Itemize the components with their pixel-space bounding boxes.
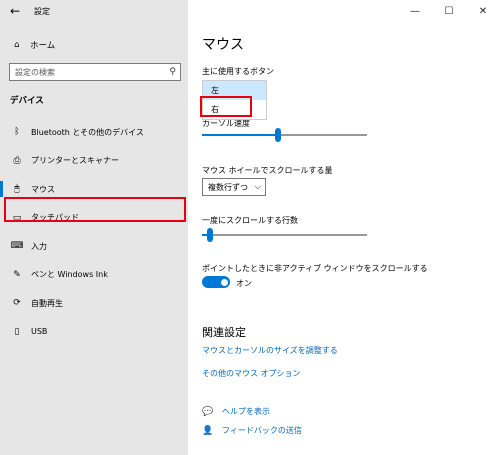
cursor-speed-slider[interactable] xyxy=(202,128,367,142)
section-heading: デバイス xyxy=(10,96,44,106)
cursor-speed-thumb[interactable] xyxy=(275,128,281,142)
scroll-lines-label: 一度にスクロールする行数 xyxy=(202,216,298,225)
wheel-scroll-select[interactable]: 複数行ずつ ⌵ xyxy=(202,178,266,196)
feedback-label: フィードバックの送信 xyxy=(222,426,302,435)
sidebar-item-printers[interactable]: ⎙ プリンターとスキャナー xyxy=(0,147,188,176)
sidebar: ⌂ ホーム 設定の検索 ⚲ デバイス ᛒ Bluetooth とその他のデバイス… xyxy=(0,22,188,455)
usb-icon: ▯ xyxy=(14,326,20,337)
more-mouse-options-link[interactable]: その他のマウス オプション xyxy=(202,368,301,379)
maximize-button[interactable]: ☐ xyxy=(432,0,466,22)
inactive-scroll-label: ポイントしたときに非アクティブ ウィンドウをスクロールする xyxy=(202,264,428,273)
sidebar-item-label: タッチパッド xyxy=(31,213,79,223)
sidebar-item-bluetooth[interactable]: ᛒ Bluetooth とその他のデバイス xyxy=(0,118,188,147)
sidebar-item-label: Bluetooth とその他のデバイス xyxy=(31,127,144,137)
wheel-scroll-label: マウス ホイールでスクロールする量 xyxy=(202,166,333,175)
search-icon[interactable]: ⚲ xyxy=(169,67,176,77)
back-arrow-icon[interactable]: ← xyxy=(0,0,30,22)
pen-icon: ✎ xyxy=(13,269,21,280)
sidebar-item-label: 入力 xyxy=(31,241,47,251)
sidebar-item-label: ペンと Windows Ink xyxy=(31,270,108,280)
get-help-link[interactable]: 💬 ヘルプを表示 xyxy=(202,406,270,417)
settings-search-input[interactable]: 設定の検索 ⚲ xyxy=(9,63,181,81)
chevron-down-icon: ⌵ xyxy=(254,182,261,191)
main-content: マウス 主に使用するボタン カーソル速度 左 右 マウス ホイールでスクロールす… xyxy=(188,22,500,455)
scroll-lines-slider[interactable] xyxy=(202,228,367,242)
home-nav[interactable]: ⌂ ホーム xyxy=(10,39,55,51)
window-title: 設定 xyxy=(34,6,50,16)
printer-icon: ⎙ xyxy=(13,155,21,166)
feedback-icon: 👤 xyxy=(202,425,214,436)
minimize-button[interactable]: — xyxy=(398,0,432,22)
cursor-size-link[interactable]: マウスとカーソルのサイズを調整する xyxy=(202,345,338,356)
keyboard-icon: ⌨ xyxy=(10,241,24,252)
feedback-link[interactable]: 👤 フィードバックの送信 xyxy=(202,425,302,436)
related-settings-heading: 関連設定 xyxy=(202,326,246,339)
scroll-lines-thumb[interactable] xyxy=(207,228,213,242)
bluetooth-icon: ᛒ xyxy=(14,127,20,138)
mouse-icon: 🖱 xyxy=(14,184,20,195)
sidebar-item-input[interactable]: ⌨ 入力 xyxy=(0,232,188,261)
sidebar-item-label: マウス xyxy=(31,184,55,194)
title-bar: ← 設定 — ☐ ✕ xyxy=(0,0,500,22)
page-title: マウス xyxy=(202,37,244,53)
inactive-scroll-toggle[interactable] xyxy=(202,276,230,288)
touchpad-icon: ▭ xyxy=(12,212,22,223)
wheel-scroll-value: 複数行ずつ xyxy=(208,182,248,192)
get-help-label: ヘルプを表示 xyxy=(222,407,270,416)
sidebar-item-pen[interactable]: ✎ ペンと Windows Ink xyxy=(0,261,188,290)
sidebar-item-usb[interactable]: ▯ USB xyxy=(0,318,188,347)
sidebar-item-label: プリンターとスキャナー xyxy=(31,156,119,166)
sidebar-nav: ᛒ Bluetooth とその他のデバイス ⎙ プリンターとスキャナー 🖱 マウ… xyxy=(0,118,188,346)
search-placeholder: 設定の検索 xyxy=(15,67,55,77)
autoplay-icon: ⟳ xyxy=(13,298,21,309)
sidebar-item-autoplay[interactable]: ⟳ 自動再生 xyxy=(0,289,188,318)
sidebar-item-label: USB xyxy=(31,327,48,337)
right-option-highlight-box xyxy=(200,96,252,117)
home-icon: ⌂ xyxy=(14,40,20,50)
close-button[interactable]: ✕ xyxy=(466,0,500,22)
home-label: ホーム xyxy=(30,41,56,51)
sidebar-item-touchpad[interactable]: ▭ タッチパッド xyxy=(0,204,188,233)
sidebar-item-mouse[interactable]: 🖱 マウス xyxy=(0,175,188,204)
sidebar-item-label: 自動再生 xyxy=(31,298,63,308)
primary-button-label: 主に使用するボタン xyxy=(202,67,274,76)
help-chat-icon: 💬 xyxy=(202,406,214,417)
toggle-state-text: オン xyxy=(236,279,252,288)
